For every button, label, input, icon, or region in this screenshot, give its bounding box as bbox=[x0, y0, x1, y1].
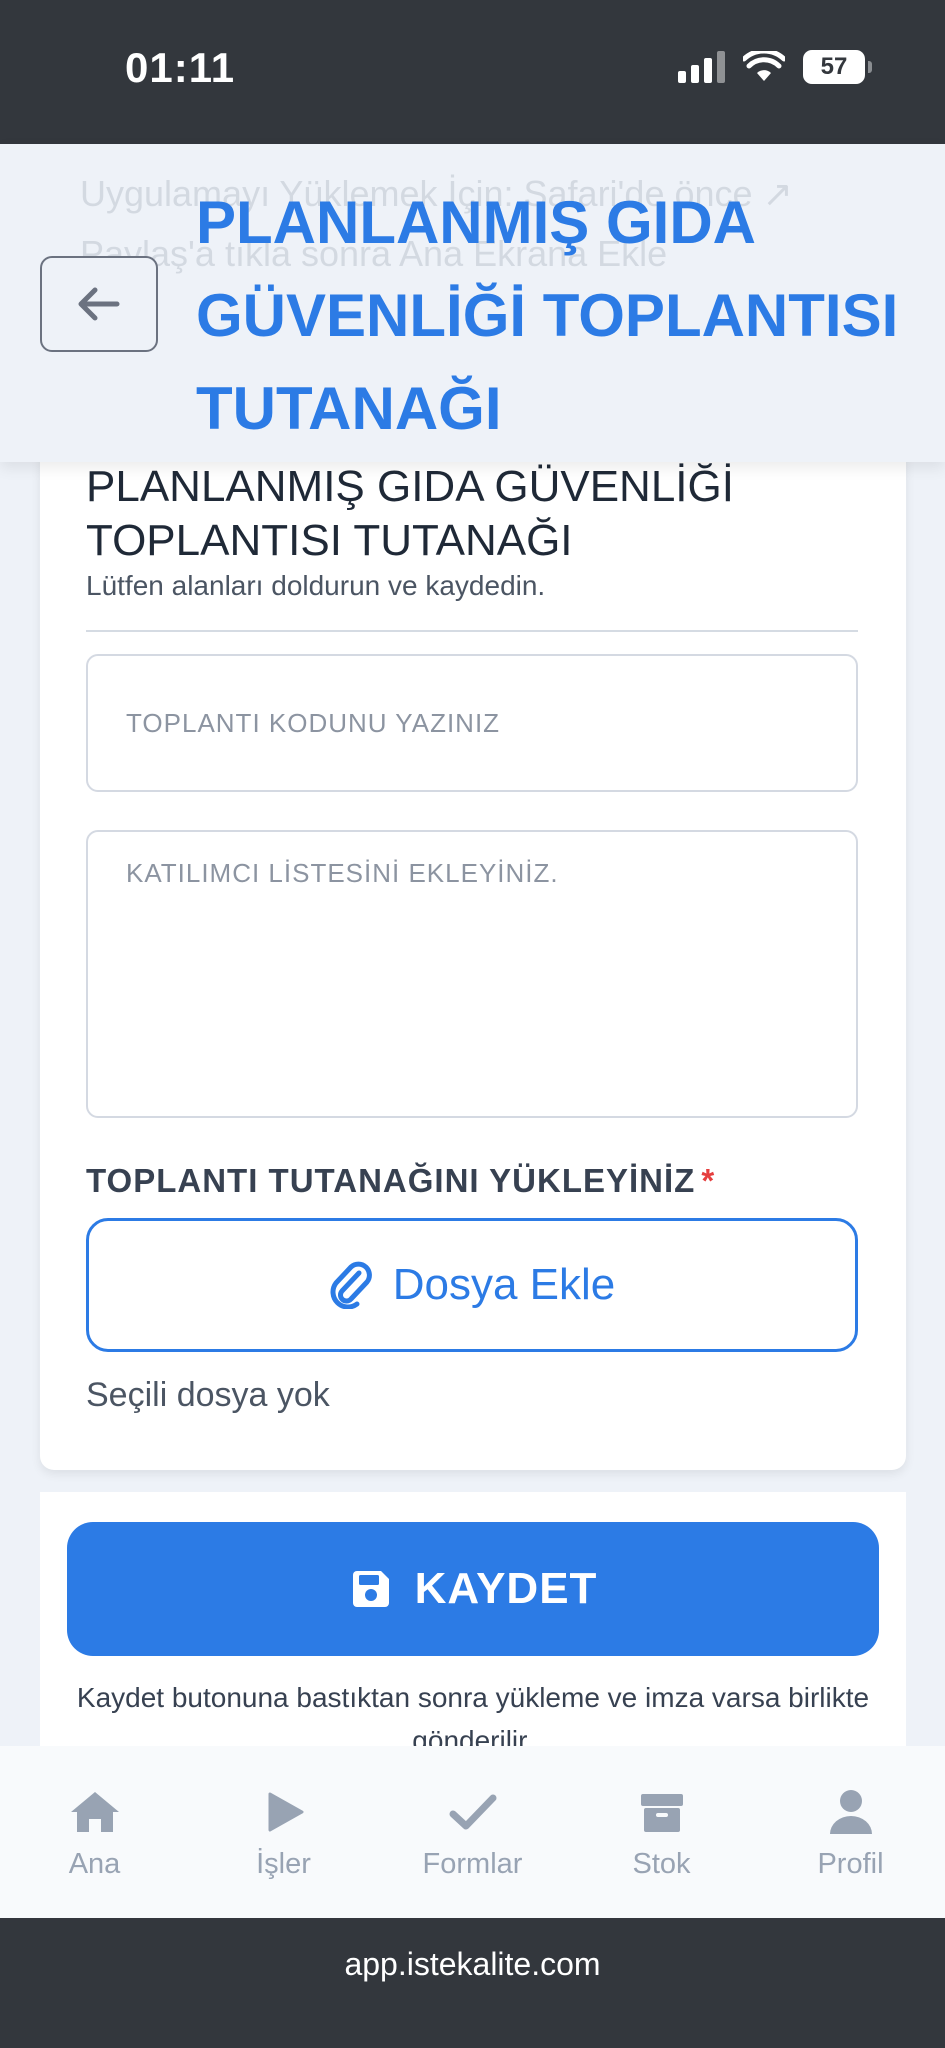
upload-label: TOPLANTI TUTANAĞINI YÜKLEYİNİZ * bbox=[86, 1162, 715, 1200]
bottom-nav: Ana İşler Formlar Stok Profil bbox=[0, 1746, 945, 1918]
nav-label: İşler bbox=[256, 1848, 311, 1880]
nav-label: Ana bbox=[68, 1848, 121, 1880]
status-time: 01:11 bbox=[125, 44, 236, 91]
back-button[interactable] bbox=[40, 256, 158, 352]
battery-icon: 57 bbox=[803, 50, 872, 84]
arrow-left-icon bbox=[78, 287, 120, 321]
add-file-button[interactable]: Dosya Ekle bbox=[86, 1218, 858, 1352]
paperclip-icon bbox=[330, 1261, 372, 1309]
nav-label: Profil bbox=[817, 1848, 884, 1880]
nav-label: Stok bbox=[632, 1848, 691, 1880]
nav-item-profile[interactable]: Profil bbox=[756, 1746, 945, 1918]
status-icons: 57 bbox=[678, 50, 872, 84]
divider bbox=[86, 630, 858, 632]
upload-label-text: TOPLANTI TUTANAĞINI YÜKLEYİNİZ bbox=[86, 1162, 696, 1199]
save-button[interactable]: KAYDET bbox=[67, 1522, 879, 1656]
floppy-disk-icon bbox=[352, 1571, 389, 1607]
form-card: PLANLANMIŞ GIDA GÜVENLİĞİ TOPLANTISI TUT… bbox=[40, 440, 906, 1470]
form-title: PLANLANMIŞ GIDA GÜVENLİĞİ TOPLANTISI TUT… bbox=[86, 462, 734, 565]
signal-icon bbox=[678, 51, 725, 83]
nav-item-jobs[interactable]: İşler bbox=[189, 1746, 378, 1918]
file-status: Seçili dosya yok bbox=[86, 1376, 330, 1414]
user-icon bbox=[823, 1788, 879, 1836]
wifi-icon bbox=[743, 51, 785, 81]
form-subtitle: Lütfen alanları doldurun ve kaydedin. bbox=[86, 570, 546, 601]
meeting-code-input[interactable] bbox=[86, 654, 858, 792]
page-title: PLANLANMIŞ GIDA GÜVENLİĞİ TOPLANTISI TUT… bbox=[196, 189, 899, 442]
check-icon bbox=[445, 1788, 501, 1836]
add-file-label: Dosya Ekle bbox=[392, 1260, 616, 1309]
save-button-label: KAYDET bbox=[414, 1564, 598, 1613]
url-text: app.istekalite.com bbox=[344, 1946, 601, 1982]
nav-item-home[interactable]: Ana bbox=[0, 1746, 189, 1918]
nav-label: Formlar bbox=[422, 1848, 523, 1880]
browser-url-bar[interactable]: app.istekalite.com bbox=[0, 1918, 945, 2048]
play-icon bbox=[256, 1788, 312, 1836]
required-mark: * bbox=[701, 1162, 716, 1199]
nav-item-forms[interactable]: Formlar bbox=[378, 1746, 567, 1918]
page-header: Uygulamayı Yüklemek İçin: Safari'de önce… bbox=[0, 144, 945, 462]
status-bar: 01:11 57 bbox=[0, 0, 945, 144]
participant-list-textarea[interactable] bbox=[86, 830, 858, 1118]
home-icon bbox=[67, 1788, 123, 1836]
nav-item-stock[interactable]: Stok bbox=[567, 1746, 756, 1918]
box-icon bbox=[634, 1788, 690, 1836]
